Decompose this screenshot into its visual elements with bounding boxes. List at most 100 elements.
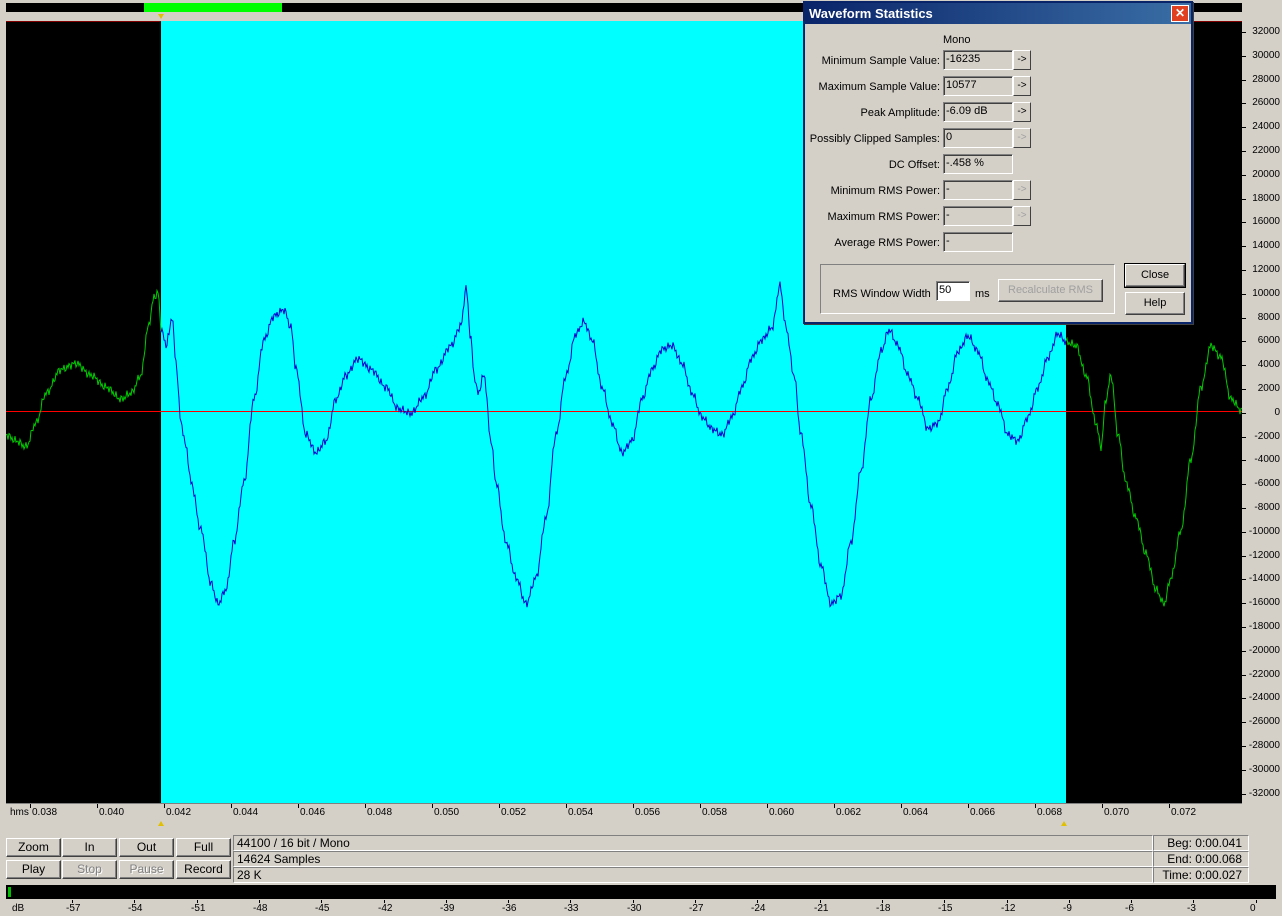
time-tick xyxy=(1102,804,1103,808)
record-button[interactable]: Record xyxy=(176,860,231,879)
time-tick xyxy=(365,804,366,808)
amplitude-label: 18000 xyxy=(1252,193,1280,204)
time-tick xyxy=(566,804,567,808)
end-time: End: 0:00.068 xyxy=(1153,851,1249,867)
duration-time-label: Time: xyxy=(1162,868,1192,882)
time-tick xyxy=(834,804,835,808)
time-label: 0.054 xyxy=(568,807,594,818)
time-tick xyxy=(499,804,500,808)
play-button[interactable]: Play xyxy=(6,860,61,879)
meter-label: -18 xyxy=(876,903,891,914)
rms-window-unit: ms xyxy=(975,288,990,300)
goto-arrow-button[interactable]: -> xyxy=(1013,128,1031,148)
stat-label: Maximum Sample Value: xyxy=(818,81,940,93)
overview-view-range[interactable] xyxy=(144,3,282,12)
amplitude-label: -22000 xyxy=(1248,669,1280,680)
time-label: 0.064 xyxy=(903,807,929,818)
goto-arrow-button[interactable]: -> xyxy=(1013,50,1031,70)
stat-label: Minimum RMS Power: xyxy=(830,185,940,197)
time-label: 0.038 xyxy=(32,807,58,818)
duration-time-value: 0:00.027 xyxy=(1195,868,1242,882)
pause-button[interactable]: Pause xyxy=(119,860,174,879)
waveform-selected xyxy=(160,281,1067,608)
stop-button[interactable]: Stop xyxy=(62,860,117,879)
begin-time-value: 0:00.041 xyxy=(1195,836,1242,850)
stat-value: 10577 xyxy=(943,76,1013,96)
amplitude-label: 24000 xyxy=(1252,121,1280,132)
samples-info: 14624 Samples xyxy=(233,851,1153,867)
goto-arrow-button[interactable]: -> xyxy=(1013,206,1031,226)
meter-label: -45 xyxy=(315,903,330,914)
amplitude-label: -8000 xyxy=(1254,502,1280,513)
amplitude-label: -10000 xyxy=(1248,526,1280,537)
time-label: 0.060 xyxy=(769,807,795,818)
goto-arrow-button[interactable]: -> xyxy=(1013,180,1031,200)
amplitude-label: -18000 xyxy=(1248,621,1280,632)
time-tick xyxy=(1035,804,1036,808)
level-meter xyxy=(6,885,1276,899)
meter-tick xyxy=(1256,900,1257,903)
begin-time-label: Beg: xyxy=(1167,836,1192,850)
meter-label: -12 xyxy=(1001,903,1016,914)
time-tick xyxy=(633,804,634,808)
time-label: 0.070 xyxy=(1104,807,1130,818)
selection-start-marker-top[interactable] xyxy=(158,14,164,19)
level-meter-unit: dB xyxy=(12,903,25,914)
selection-end-marker-bottom[interactable] xyxy=(1061,821,1067,826)
amplitude-label: 30000 xyxy=(1252,50,1280,61)
meter-label: -3 xyxy=(1187,903,1196,914)
recalculate-rms-button[interactable]: Recalculate RMS xyxy=(998,279,1103,302)
time-tick xyxy=(968,804,969,808)
amplitude-label: -12000 xyxy=(1248,550,1280,561)
format-info: 44100 / 16 bit / Mono xyxy=(233,835,1153,851)
amplitude-label: -4000 xyxy=(1254,454,1280,465)
begin-time: Beg: 0:00.041 xyxy=(1153,835,1249,851)
amplitude-label: 28000 xyxy=(1252,74,1280,85)
rms-window-input[interactable]: 50 xyxy=(936,281,970,301)
zoom-in-button[interactable]: In xyxy=(62,838,117,857)
meter-label: -57 xyxy=(66,903,81,914)
meter-label: -48 xyxy=(253,903,268,914)
amplitude-label: -26000 xyxy=(1248,716,1280,727)
meter-label: -54 xyxy=(128,903,143,914)
waveform-unselected-right xyxy=(1065,336,1242,607)
meter-label: 0 xyxy=(1250,903,1256,914)
goto-arrow-button[interactable]: -> xyxy=(1013,76,1031,96)
amplitude-label: -30000 xyxy=(1248,764,1280,775)
time-label: 0.050 xyxy=(434,807,460,818)
amplitude-label: 0 xyxy=(1274,407,1280,418)
zoom-full-button[interactable]: Full xyxy=(176,838,231,857)
stat-label: DC Offset: xyxy=(888,159,940,171)
time-label: 0.066 xyxy=(970,807,996,818)
waveform-unselected-left xyxy=(6,288,162,451)
time-tick xyxy=(432,804,433,808)
zoom-button[interactable]: Zoom xyxy=(6,838,61,857)
time-label: 0.062 xyxy=(836,807,862,818)
amplitude-label: -6000 xyxy=(1254,478,1280,489)
amplitude-label: 4000 xyxy=(1257,359,1280,370)
time-label: 0.068 xyxy=(1037,807,1063,818)
amplitude-label: 20000 xyxy=(1252,169,1280,180)
amplitude-label: 2000 xyxy=(1257,383,1280,394)
stat-value: - xyxy=(943,232,1013,252)
stat-value: -16235 xyxy=(943,50,1013,70)
meter-label: -15 xyxy=(938,903,953,914)
stat-label: Average RMS Power: xyxy=(834,237,940,249)
duration-time: Time: 0:00.027 xyxy=(1153,867,1249,883)
meter-label: -21 xyxy=(814,903,829,914)
help-button[interactable]: Help xyxy=(1125,292,1185,315)
amplitude-label: 32000 xyxy=(1252,26,1280,37)
time-label: 0.048 xyxy=(367,807,393,818)
time-tick xyxy=(1169,804,1170,808)
close-icon[interactable]: ✕ xyxy=(1171,5,1189,22)
close-button[interactable]: Close xyxy=(1124,263,1186,288)
goto-arrow-button[interactable]: -> xyxy=(1013,102,1031,122)
stat-value: - xyxy=(943,180,1013,200)
selection-start-marker-bottom[interactable] xyxy=(158,821,164,826)
time-tick xyxy=(700,804,701,808)
zoom-out-button[interactable]: Out xyxy=(119,838,174,857)
meter-label: -24 xyxy=(751,903,766,914)
time-label: 0.072 xyxy=(1171,807,1197,818)
stat-value: 0 xyxy=(943,128,1013,148)
meter-label: -39 xyxy=(440,903,455,914)
